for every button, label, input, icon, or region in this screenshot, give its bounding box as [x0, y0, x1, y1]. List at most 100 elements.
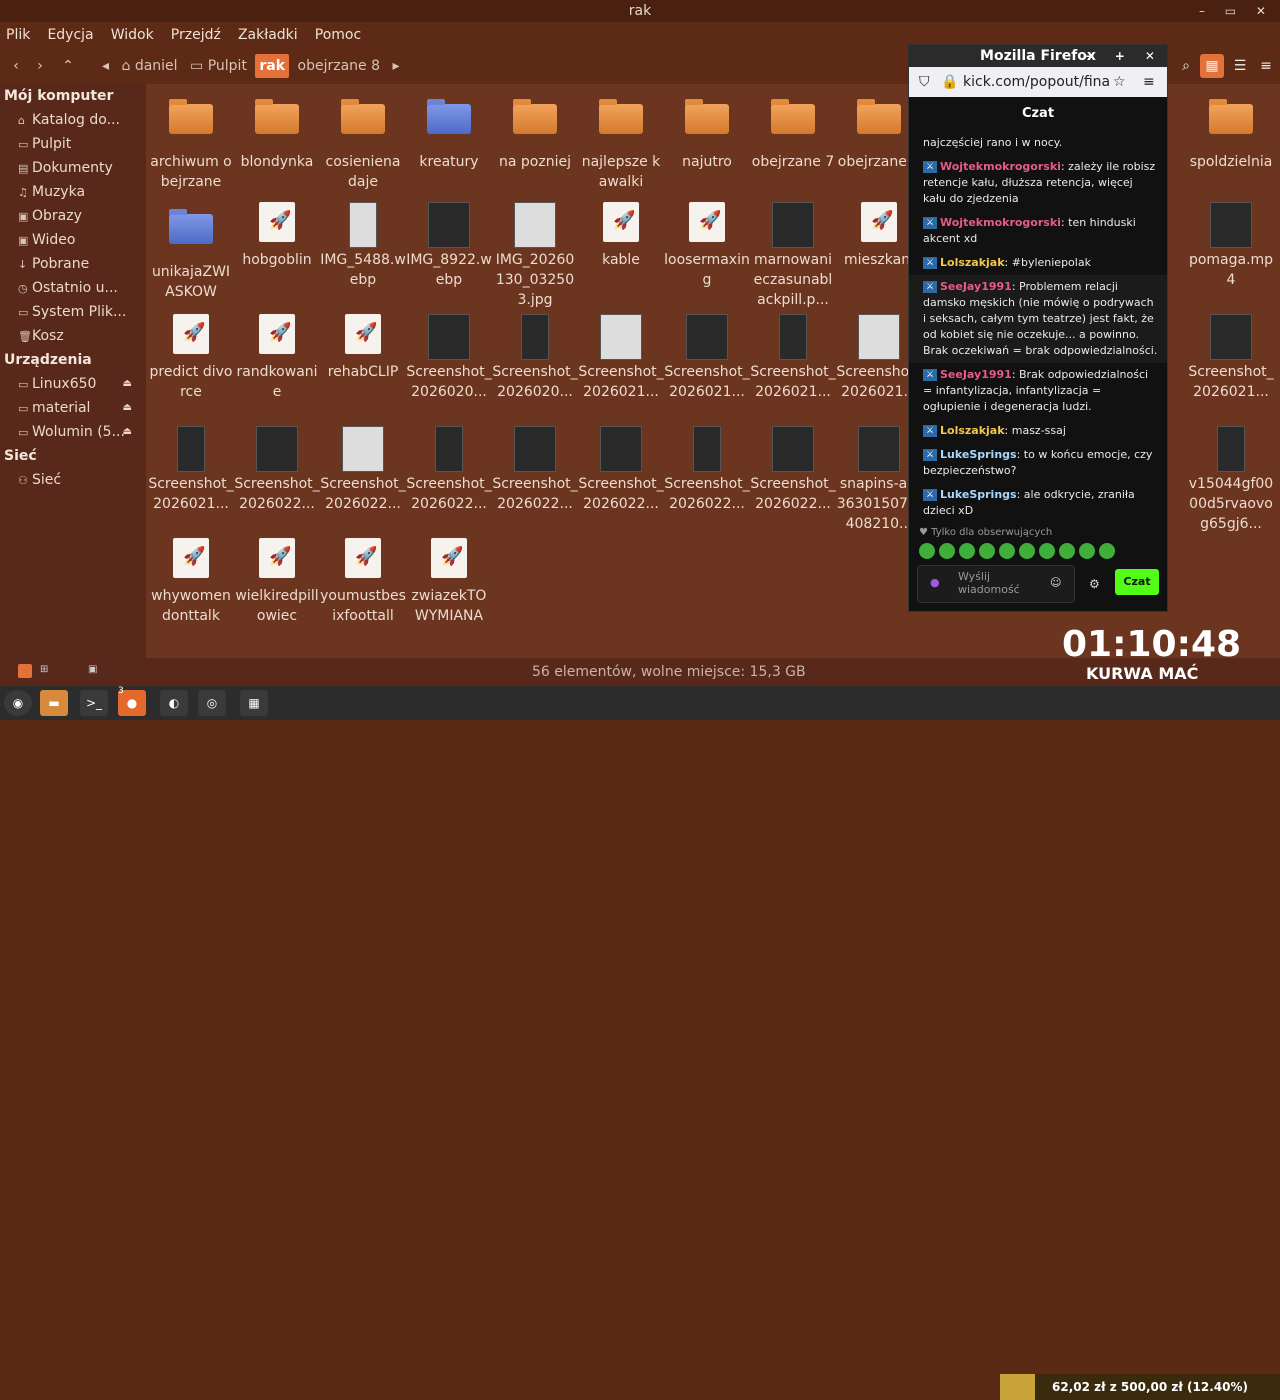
- breadcrumb-left-arrow-icon[interactable]: ◂: [98, 54, 113, 78]
- lock-icon[interactable]: 🔒: [941, 67, 958, 97]
- icon-view-icon[interactable]: ▦: [1200, 54, 1224, 78]
- files-app-icon[interactable]: ▬: [40, 690, 68, 716]
- breadcrumb-home[interactable]: ⌂ daniel: [117, 54, 181, 78]
- breadcrumb-right-arrow-icon[interactable]: ▸: [388, 54, 403, 78]
- chat-username[interactable]: SeeJay1991: [940, 368, 1012, 381]
- hamburger-menu-icon[interactable]: ≡: [1143, 67, 1155, 97]
- chat-message[interactable]: ⚔ LukeSprings: ale odkrycie, zraniła dzie…: [909, 483, 1167, 523]
- terminal-icon[interactable]: >_: [80, 690, 108, 716]
- mic-icon[interactable]: ●: [930, 576, 940, 589]
- file-item[interactable]: marnowanieczasunablackpill.p...: [750, 202, 836, 310]
- file-item[interactable]: Screenshot_2026020...: [406, 314, 492, 402]
- sidebar-item-desktop[interactable]: ▭ Pulpit: [0, 132, 146, 156]
- emote-icon[interactable]: [959, 543, 975, 559]
- file-item[interactable]: Screenshot_2026022...: [664, 426, 750, 514]
- menu-zakladki[interactable]: Zakładki: [232, 22, 304, 48]
- file-item[interactable]: blondynka: [234, 92, 320, 172]
- url-text[interactable]: kick.com/popout/fina: [963, 67, 1110, 97]
- chat-username[interactable]: SeeJay1991: [940, 280, 1012, 293]
- sidebar-item-video[interactable]: ▣ Wideo: [0, 228, 146, 252]
- file-item[interactable]: cosieniena daje: [320, 92, 406, 192]
- file-item[interactable]: v15044gf0000d5rvaovog65gj6...: [1188, 426, 1274, 534]
- firefox-window-controls[interactable]: − + ✕: [1084, 45, 1163, 67]
- file-item[interactable]: Screenshot_2026022...: [320, 426, 406, 514]
- menu-edycja[interactable]: Edycja: [41, 22, 99, 48]
- emote-icon[interactable]: [1039, 543, 1055, 559]
- file-item[interactable]: 🚀 whywomendonttalk: [148, 538, 234, 626]
- breadcrumb-current[interactable]: rak: [255, 54, 290, 78]
- eject-icon[interactable]: ⏏: [123, 372, 132, 396]
- chat-username[interactable]: Wojtekmokrogorski: [940, 160, 1061, 173]
- chat-message[interactable]: ⚔ Lolszakjak: masz-ssaj: [909, 419, 1167, 443]
- shield-icon[interactable]: ⛉: [919, 67, 930, 97]
- sidebar-item-documents[interactable]: ▤ Dokumenty: [0, 156, 146, 180]
- menu-pomoc[interactable]: Pomoc: [309, 22, 367, 48]
- file-item[interactable]: 🚀 youmustbesixfoottall: [320, 538, 406, 626]
- file-item[interactable]: 🚀 kable: [578, 202, 664, 270]
- address-bar[interactable]: ⛉ 🔒 kick.com/popout/fina ☆ ≡: [909, 67, 1167, 97]
- file-item[interactable]: Screenshot_2026021...: [148, 426, 234, 514]
- file-item[interactable]: Screenshot_2026020...: [492, 314, 578, 402]
- file-item[interactable]: Screenshot_2026021...: [750, 314, 836, 402]
- file-item[interactable]: 🚀 loosermaxing: [664, 202, 750, 290]
- menu-widok[interactable]: Widok: [105, 22, 160, 48]
- emote-icon[interactable]: [1099, 543, 1115, 559]
- file-item[interactable]: Screenshot_2026022...: [234, 426, 320, 514]
- eject-icon[interactable]: ⏏: [123, 396, 132, 420]
- file-item[interactable]: IMG_8922.webp: [406, 202, 492, 290]
- calculator-icon[interactable]: ▦: [240, 690, 268, 716]
- search-icon[interactable]: ⌕: [1174, 54, 1198, 78]
- chat-message[interactable]: ⚔ SeeJay1991: Brak odpowiedzialności = in…: [909, 363, 1167, 419]
- emote-icon[interactable]: [979, 543, 995, 559]
- forward-icon[interactable]: ›: [30, 56, 50, 76]
- breadcrumb-next[interactable]: obejrzane 8: [294, 54, 384, 78]
- bookmark-star-icon[interactable]: ☆: [1113, 67, 1126, 97]
- file-item[interactable]: 🚀 predict divorce: [148, 314, 234, 402]
- file-item[interactable]: 🚀 zwiazekTOWYMIANA: [406, 538, 492, 626]
- chat-messages[interactable]: najczęściej rano i w nocy. ⚔ Wojtekmokrogo…: [909, 131, 1167, 525]
- emoji-icon[interactable]: ☺: [1050, 576, 1061, 589]
- chat-message[interactable]: ⚔ SeeJay1991: Problemem relacji damsko mę…: [909, 275, 1167, 363]
- sidebar-section-network[interactable]: Sieć: [0, 444, 146, 468]
- chat-username[interactable]: Wojtekmokrogorski: [940, 216, 1061, 229]
- emote-icon[interactable]: [939, 543, 955, 559]
- sidebar-item-pictures[interactable]: ▣ Obrazy: [0, 204, 146, 228]
- chat-message[interactable]: ⚔ Lolszakjak: #byleniepolak: [909, 251, 1167, 275]
- file-item[interactable]: 🚀 wielkiredpillowiec: [234, 538, 320, 626]
- file-item[interactable]: Screenshot_2026022...: [578, 426, 664, 514]
- file-item[interactable]: 🚀 rehabCLIP: [320, 314, 406, 382]
- sidebar-section-my-computer[interactable]: Mój komputer: [0, 84, 146, 108]
- chat-message[interactable]: najczęściej rano i w nocy.: [909, 131, 1167, 155]
- start-menu-icon[interactable]: ◉: [4, 690, 32, 716]
- file-item[interactable]: unikajaZWIASKOW: [148, 202, 234, 302]
- chat-username[interactable]: Lolszakjak: [940, 424, 1005, 437]
- back-icon[interactable]: ‹: [6, 56, 26, 76]
- tree-toggle-icon[interactable]: ⊞: [40, 664, 48, 675]
- file-item[interactable]: IMG_20260130_032503.jpg: [492, 202, 578, 310]
- sidebar-item-linux650[interactable]: ▭ Linux650 ⏏: [0, 372, 146, 396]
- file-item[interactable]: najutro: [664, 92, 750, 172]
- sidebar-item-network[interactable]: ⚇ Sieć: [0, 468, 146, 492]
- file-item[interactable]: IMG_5488.webp: [320, 202, 406, 290]
- emote-icon[interactable]: [1079, 543, 1095, 559]
- send-chat-button[interactable]: Czat: [1115, 569, 1159, 595]
- file-item[interactable]: Screenshot_2026021...: [578, 314, 664, 402]
- window-controls[interactable]: – ▭ ✕: [1199, 0, 1274, 22]
- up-icon[interactable]: ⌃: [58, 56, 78, 76]
- chat-username[interactable]: Lolszakjak: [940, 256, 1005, 269]
- file-item[interactable]: 🚀 randkowanie: [234, 314, 320, 402]
- sidebar-item-volume[interactable]: ▭ Wolumin (5... ⏏: [0, 420, 146, 444]
- emote-icon[interactable]: [1059, 543, 1075, 559]
- file-item[interactable]: spoldzielnia: [1188, 92, 1274, 172]
- obs-icon[interactable]: ◎: [198, 690, 226, 716]
- chat-input[interactable]: ● Wyślij wiadomość ☺: [917, 565, 1075, 603]
- file-item[interactable]: Screenshot_2026021...: [664, 314, 750, 402]
- chat-message[interactable]: ⚔ LukeSprings: to w końcu emocje, czy bez…: [909, 443, 1167, 483]
- chat-username[interactable]: LukeSprings: [940, 448, 1017, 461]
- sidebar-item-material[interactable]: ▭ material ⏏: [0, 396, 146, 420]
- emote-icon[interactable]: [919, 543, 935, 559]
- emote-icon[interactable]: [1019, 543, 1035, 559]
- menu-przejdz[interactable]: Przejdź: [165, 22, 227, 48]
- menu-plik[interactable]: Plik: [0, 22, 36, 48]
- file-item[interactable]: pomaga.mp4: [1188, 202, 1274, 290]
